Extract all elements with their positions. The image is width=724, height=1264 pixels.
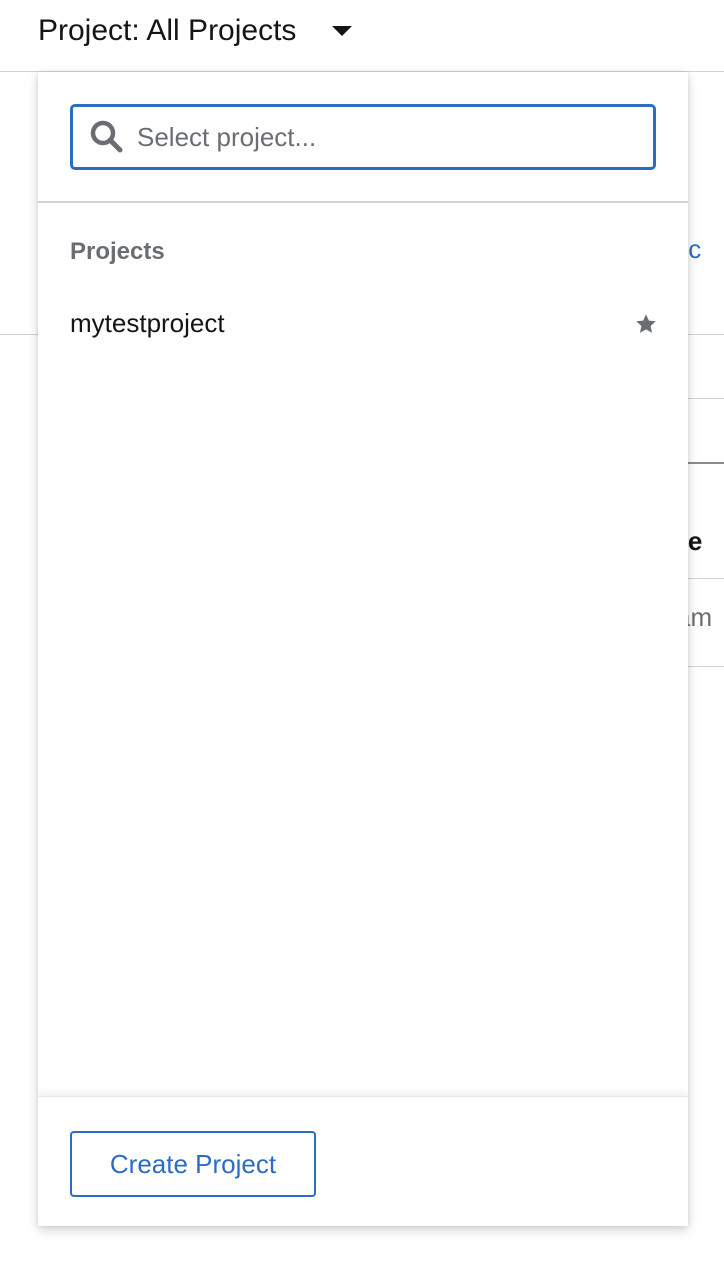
project-search-input[interactable] (137, 121, 617, 153)
project-menu-footer: Create Project (38, 1096, 688, 1226)
project-item-label: mytestproject (70, 308, 225, 338)
caret-down-icon (332, 26, 353, 36)
project-search-box[interactable] (70, 104, 656, 170)
background-table-header-border (688, 462, 724, 464)
project-selector-toggle[interactable]: Project: All Projects (38, 8, 353, 54)
project-selector-menu: Projects mytestproject Create Project (38, 72, 688, 1226)
background-row-divider (688, 666, 724, 667)
search-icon (90, 120, 123, 153)
project-selector-label: Project: All Projects (38, 14, 297, 47)
create-project-button[interactable]: Create Project (70, 1131, 316, 1197)
projects-group-title: Projects (70, 238, 165, 265)
background-row-divider (688, 578, 724, 579)
background-divider (688, 398, 724, 399)
project-item-mytestproject[interactable]: mytestproject (38, 300, 688, 350)
star-icon[interactable] (634, 312, 658, 336)
project-search-area (38, 72, 688, 203)
top-bar: Project: All Projects (0, 0, 724, 72)
